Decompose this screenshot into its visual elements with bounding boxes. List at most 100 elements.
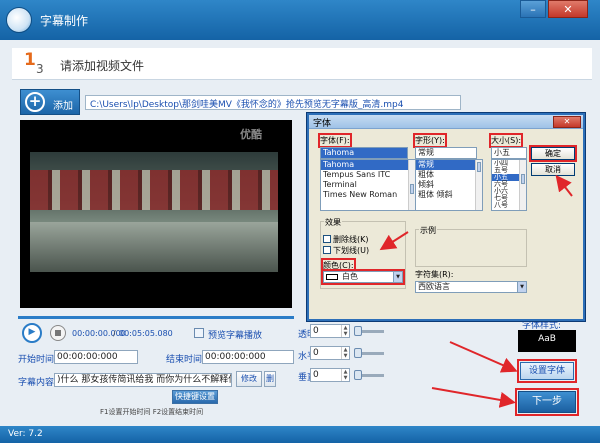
step-number: 1 [24,50,36,70]
list-item[interactable]: 倾斜 [416,180,482,190]
end-time-input[interactable]: 00:00:00:000 [202,350,294,364]
step-title: 请添加视频文件 [60,59,145,73]
underline-label: 下划线(U) [333,246,370,255]
horizontal-position-input[interactable]: 0 ▲ ▼ [310,346,350,360]
delete-button[interactable]: 删 [264,371,276,387]
horizontal-position-slider-handle[interactable] [354,348,362,358]
stop-icon[interactable] [50,325,66,341]
vertical-position-slider-handle[interactable] [354,370,362,380]
color-swatch [326,274,338,280]
transparency-value: 0 [313,326,319,336]
close-icon[interactable]: ✕ [548,0,588,18]
chevron-down-icon[interactable]: ▼ [393,272,402,282]
preview-subtitle-label: 预览字幕播放 [208,331,263,341]
window-title: 字幕制作 [40,14,89,28]
subtitle-content-input[interactable]: )什么 那女孩传简讯给我 而你为什么不解释低着头沉 [54,373,232,387]
scrollbar[interactable] [408,160,415,210]
annotation-arrow-next [431,387,516,408]
font-dialog: 字体 ✕ 字体(F): Tahoma Tahoma Tempus Sans IT… [307,113,585,321]
app-logo-icon [6,7,32,33]
list-item[interactable]: Tempus Sans ITC [321,170,415,180]
list-item[interactable]: 粗体 [416,170,482,180]
font-size-list[interactable]: 小四 五号 小五 六号 小六 七号 八号 [491,159,527,211]
horizontal-position-value: 0 [313,348,319,358]
list-item[interactable]: 粗体 倾斜 [416,190,482,200]
video-scene-floor [30,222,278,272]
list-item[interactable]: Terminal [321,180,415,190]
spinner-icon[interactable]: ▲ ▼ [341,369,349,381]
current-time: 00:00:00.000 [72,329,126,338]
plus-icon: + [25,92,45,112]
spinner-icon[interactable]: ▲ ▼ [341,347,349,359]
close-icon[interactable]: ✕ [553,116,581,128]
scrollbar[interactable] [519,160,526,210]
time-separator: / [113,329,116,338]
color-label: 颜色(C): [321,258,356,273]
transparency-input[interactable]: 0 ▲ ▼ [310,324,350,338]
annotation-arrow-set-font [449,341,518,373]
scrollbar-thumb[interactable] [477,162,481,172]
hotkey-settings-button[interactable]: 快捷键设置 [172,390,218,404]
start-time-label: 开始时间: [18,355,58,365]
sample-title: 示例 [419,225,437,236]
scrollbar-thumb[interactable] [410,184,414,194]
transparency-slider-handle[interactable] [354,326,362,336]
minimize-icon[interactable]: – [520,0,546,18]
color-select[interactable]: 白色 ▼ [321,269,405,285]
step-header: 1 3 请添加视频文件 [12,48,592,80]
font-style-list[interactable]: 常规 粗体 倾斜 粗体 倾斜 [415,159,483,211]
font-dialog-title: 字体 [313,119,332,129]
step-total: 3 [36,62,44,76]
spinner-icon[interactable]: ▲ ▼ [341,325,349,337]
font-name-list[interactable]: Tahoma Tempus Sans ITC Terminal Times Ne… [320,159,416,211]
underline-checkbox[interactable] [323,246,331,254]
next-step-button[interactable]: 下一步 [515,388,579,416]
list-item[interactable]: 常规 [416,160,482,170]
vertical-position-value: 0 [313,370,319,380]
start-time-input[interactable]: 00:00:00:000 [54,350,138,364]
playback-progress-bar[interactable] [18,316,294,319]
font-style-name-label: 字形(Y): [413,133,447,148]
status-bar: Ver: 7.2 [0,426,600,443]
charset-select[interactable]: 西欧语言 ▼ [415,281,527,293]
set-font-button[interactable]: 设置字体 [517,359,577,383]
add-label: 添加 [53,101,73,112]
video-scene-train [30,170,278,210]
preview-subtitle-checkbox[interactable] [194,328,204,338]
chevron-down-icon[interactable]: ▼ [517,282,526,292]
scrollbar-thumb[interactable] [521,174,525,184]
subtitle-editor-window: 字幕制作 – ✕ 1 3 请添加视频文件 + 添加 C:\Users\lp\De… [0,0,600,443]
charset-value: 西欧语言 [418,282,450,291]
list-item[interactable]: Tahoma [321,160,415,170]
scrollbar[interactable] [475,160,482,210]
play-icon[interactable]: ▶ [22,323,42,343]
vertical-position-input[interactable]: 0 ▲ ▼ [310,368,350,382]
strikethrough-label: 删除线(K) [333,235,369,244]
subtitle-content-label: 字幕内容: [18,378,58,388]
file-path-field[interactable]: C:\Users\lp\Desktop\那剑哇美MV《我怀念的》抢先预览无字幕版… [85,95,461,110]
title-bar: 字幕制作 – ✕ [0,0,600,40]
font-name-input[interactable]: Tahoma [320,147,408,159]
modify-button[interactable]: 修改 [236,371,262,387]
hotkey-hint: F1设置开始时间 F2设置结束时间 [100,408,204,416]
font-size-input[interactable]: 小五 [491,147,527,159]
color-value: 白色 [342,272,358,281]
video-preview[interactable]: 优酷 [20,120,292,308]
cancel-button[interactable]: 取消 [531,163,575,176]
add-video-button[interactable]: + 添加 [20,89,80,115]
end-time-label: 结束时间: [166,355,206,365]
font-dialog-title-bar: 字体 ✕ [309,115,583,129]
font-name-label: 字体(F): [318,133,352,148]
version-label: Ver: 7.2 [8,429,43,439]
font-style-input[interactable]: 常规 [415,147,477,159]
font-size-label: 大小(S): [488,133,524,148]
strikethrough-checkbox[interactable] [323,235,331,243]
total-time: 00:05:05.080 [119,329,173,338]
video-frame [30,152,278,272]
effects-title: 效果 [324,217,342,228]
charset-label: 字符集(R): [415,270,454,279]
video-watermark: 优酷 [240,128,262,141]
ok-button[interactable]: 确定 [529,145,577,162]
step-indicator: 1 3 [22,50,48,78]
list-item[interactable]: Times New Roman [321,190,415,200]
